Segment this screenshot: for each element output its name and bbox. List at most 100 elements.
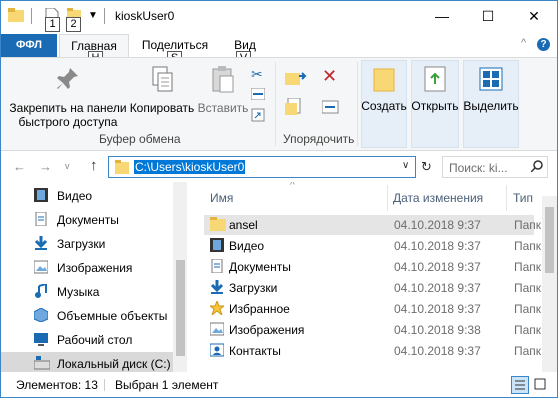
tab-file[interactable]: ФФЛ <box>1 34 57 57</box>
pictures-folder-icon <box>209 322 225 339</box>
copy-button[interactable]: Копировать <box>127 66 197 115</box>
nav-item-desktop[interactable]: Рабочий стол <box>1 328 173 352</box>
recent-dropdown-button[interactable]: v <box>65 161 70 171</box>
search-input[interactable]: Поиск: ki... <box>442 156 548 178</box>
qat-separator <box>31 8 32 24</box>
column-divider[interactable] <box>506 185 507 211</box>
file-type: Папк <box>514 344 542 358</box>
nav-item-video[interactable]: Видео <box>1 184 173 208</box>
nav-item-pictures[interactable]: Изображения <box>1 256 173 280</box>
refresh-button[interactable]: ↻ <box>421 159 432 175</box>
cut-icon[interactable]: ✂ <box>251 66 263 83</box>
help-button[interactable]: ? <box>537 38 550 51</box>
file-row[interactable]: Видео 04.10.2018 9:37 Папк <box>204 236 541 256</box>
sort-arrow-icon: ^ <box>290 182 295 191</box>
back-button[interactable]: ← <box>13 159 26 174</box>
qat-dropdown-icon[interactable]: ▼ <box>88 10 98 21</box>
nav-item-downloads[interactable]: Загрузки <box>1 232 173 256</box>
pin-label: Закрепить на панели быстрого доступа <box>9 101 127 129</box>
new-button[interactable]: Создать <box>359 66 409 113</box>
column-name[interactable]: Имя <box>210 191 233 205</box>
selected-count: Выбран 1 элемент <box>115 378 219 392</box>
file-date: 04.10.2018 9:37 <box>394 239 481 253</box>
file-name: Документы <box>229 260 291 274</box>
contacts-folder-icon <box>209 343 225 360</box>
explorer-window: 1 2 ▼ kioskUser0 — ☐ ✕ ФФЛ Главная H Под… <box>0 0 558 398</box>
file-type: Папк <box>514 218 542 232</box>
file-list: ^ Имя Дата изменения Тип ansel 04.10.201… <box>188 182 557 372</box>
file-row[interactable]: Загрузки 04.10.2018 9:37 Папк <box>204 278 541 298</box>
address-bar[interactable]: C:\Users\kioskUser0 ∨ <box>108 156 416 178</box>
rename-icon[interactable] <box>321 100 340 117</box>
ribbon-separator <box>357 62 358 146</box>
file-date: 04.10.2018 9:37 <box>394 260 481 274</box>
list-scrollbar-thumb[interactable] <box>545 207 554 273</box>
item-count: Элементов: 13 <box>16 378 98 392</box>
video-folder-icon <box>210 238 224 255</box>
tab-share-label: Поделиться <box>141 38 209 52</box>
details-view-button[interactable] <box>511 376 529 394</box>
copy-to-icon[interactable] <box>285 97 309 119</box>
move-to-icon[interactable] <box>285 70 309 91</box>
paste-shortcut-icon[interactable] <box>251 108 265 125</box>
music-folder-icon <box>34 282 48 301</box>
tab-view-label: Вид <box>234 38 256 52</box>
collapse-ribbon-button[interactable]: ^ <box>521 37 526 49</box>
address-row: ← → v ↑ C:\Users\kioskUser0 ∨ ↻ Поиск: k… <box>1 152 557 182</box>
forward-button[interactable]: → <box>39 159 52 174</box>
nav-item-label: Документы <box>57 213 119 227</box>
select-button[interactable]: Выделить <box>463 66 519 113</box>
copy-path-icon[interactable] <box>250 87 266 103</box>
downloads-folder-icon <box>210 280 224 297</box>
copy-label: Копировать <box>129 101 195 115</box>
column-type[interactable]: Тип <box>513 191 533 205</box>
documents-folder-icon <box>210 258 224 276</box>
up-button[interactable]: ↑ <box>90 157 98 174</box>
file-name: Загрузки <box>229 281 278 295</box>
select-all-icon <box>463 66 519 95</box>
nav-item-label: Музыка <box>57 285 100 299</box>
address-dropdown-icon[interactable]: ∨ <box>402 160 409 171</box>
paste-button[interactable]: Вставить <box>197 66 249 115</box>
file-row[interactable]: Избранное 04.10.2018 9:37 Папк <box>204 299 541 319</box>
navigation-pane: Видео Документы Загрузки Изображения Муз… <box>1 182 187 372</box>
pin-quick-access-button[interactable]: Закрепить на панели быстрого доступа <box>7 66 129 129</box>
address-path: C:\Users\kioskUser0 <box>134 160 246 174</box>
delete-icon[interactable]: ✕ <box>322 66 337 87</box>
3d-objects-icon <box>33 307 49 325</box>
nav-item-music[interactable]: Музыка <box>1 280 173 304</box>
folder-icon <box>210 217 226 234</box>
file-row[interactable]: Изображения 04.10.2018 9:38 Папк <box>204 320 541 340</box>
file-row[interactable]: Контакты 04.10.2018 9:37 Папк <box>204 341 541 361</box>
column-divider[interactable] <box>387 185 388 211</box>
nav-item-label: Локальный диск (C:) <box>57 357 171 371</box>
file-type: Папк <box>514 302 542 316</box>
file-row[interactable]: ansel 04.10.2018 9:37 Папк <box>204 215 541 235</box>
open-button[interactable]: Открыть <box>409 66 461 113</box>
file-type: Папк <box>514 260 542 274</box>
close-button[interactable]: ✕ <box>511 1 557 33</box>
video-folder-icon <box>34 188 48 205</box>
file-row[interactable]: Документы 04.10.2018 9:37 Папк <box>204 257 541 277</box>
nav-item-local-disk[interactable]: Локальный диск (C:) <box>1 352 173 372</box>
large-icons-view-button[interactable] <box>532 376 550 394</box>
pin-icon <box>7 66 129 97</box>
paste-icon <box>197 66 249 97</box>
file-date: 04.10.2018 9:38 <box>394 323 481 337</box>
status-separator <box>104 379 105 391</box>
file-date: 04.10.2018 9:37 <box>394 218 481 232</box>
column-date[interactable]: Дата изменения <box>393 191 483 205</box>
title-bar: 1 2 ▼ kioskUser0 — ☐ ✕ <box>1 1 557 33</box>
file-type: Папк <box>514 239 542 253</box>
nav-item-label: Загрузки <box>57 237 106 251</box>
search-icon <box>530 160 543 175</box>
nav-item-3d-objects[interactable]: Объемные объекты <box>1 304 173 328</box>
explorer-folder-icon[interactable] <box>8 8 24 25</box>
nav-item-documents[interactable]: Документы <box>1 208 173 232</box>
clipboard-group-label: Буфер обмена <box>99 132 181 146</box>
file-date: 04.10.2018 9:37 <box>394 281 481 295</box>
minimize-button[interactable]: — <box>419 1 465 33</box>
nav-scrollbar-thumb[interactable] <box>176 260 185 356</box>
ribbon-separator <box>275 62 276 146</box>
maximize-button[interactable]: ☐ <box>465 1 511 33</box>
